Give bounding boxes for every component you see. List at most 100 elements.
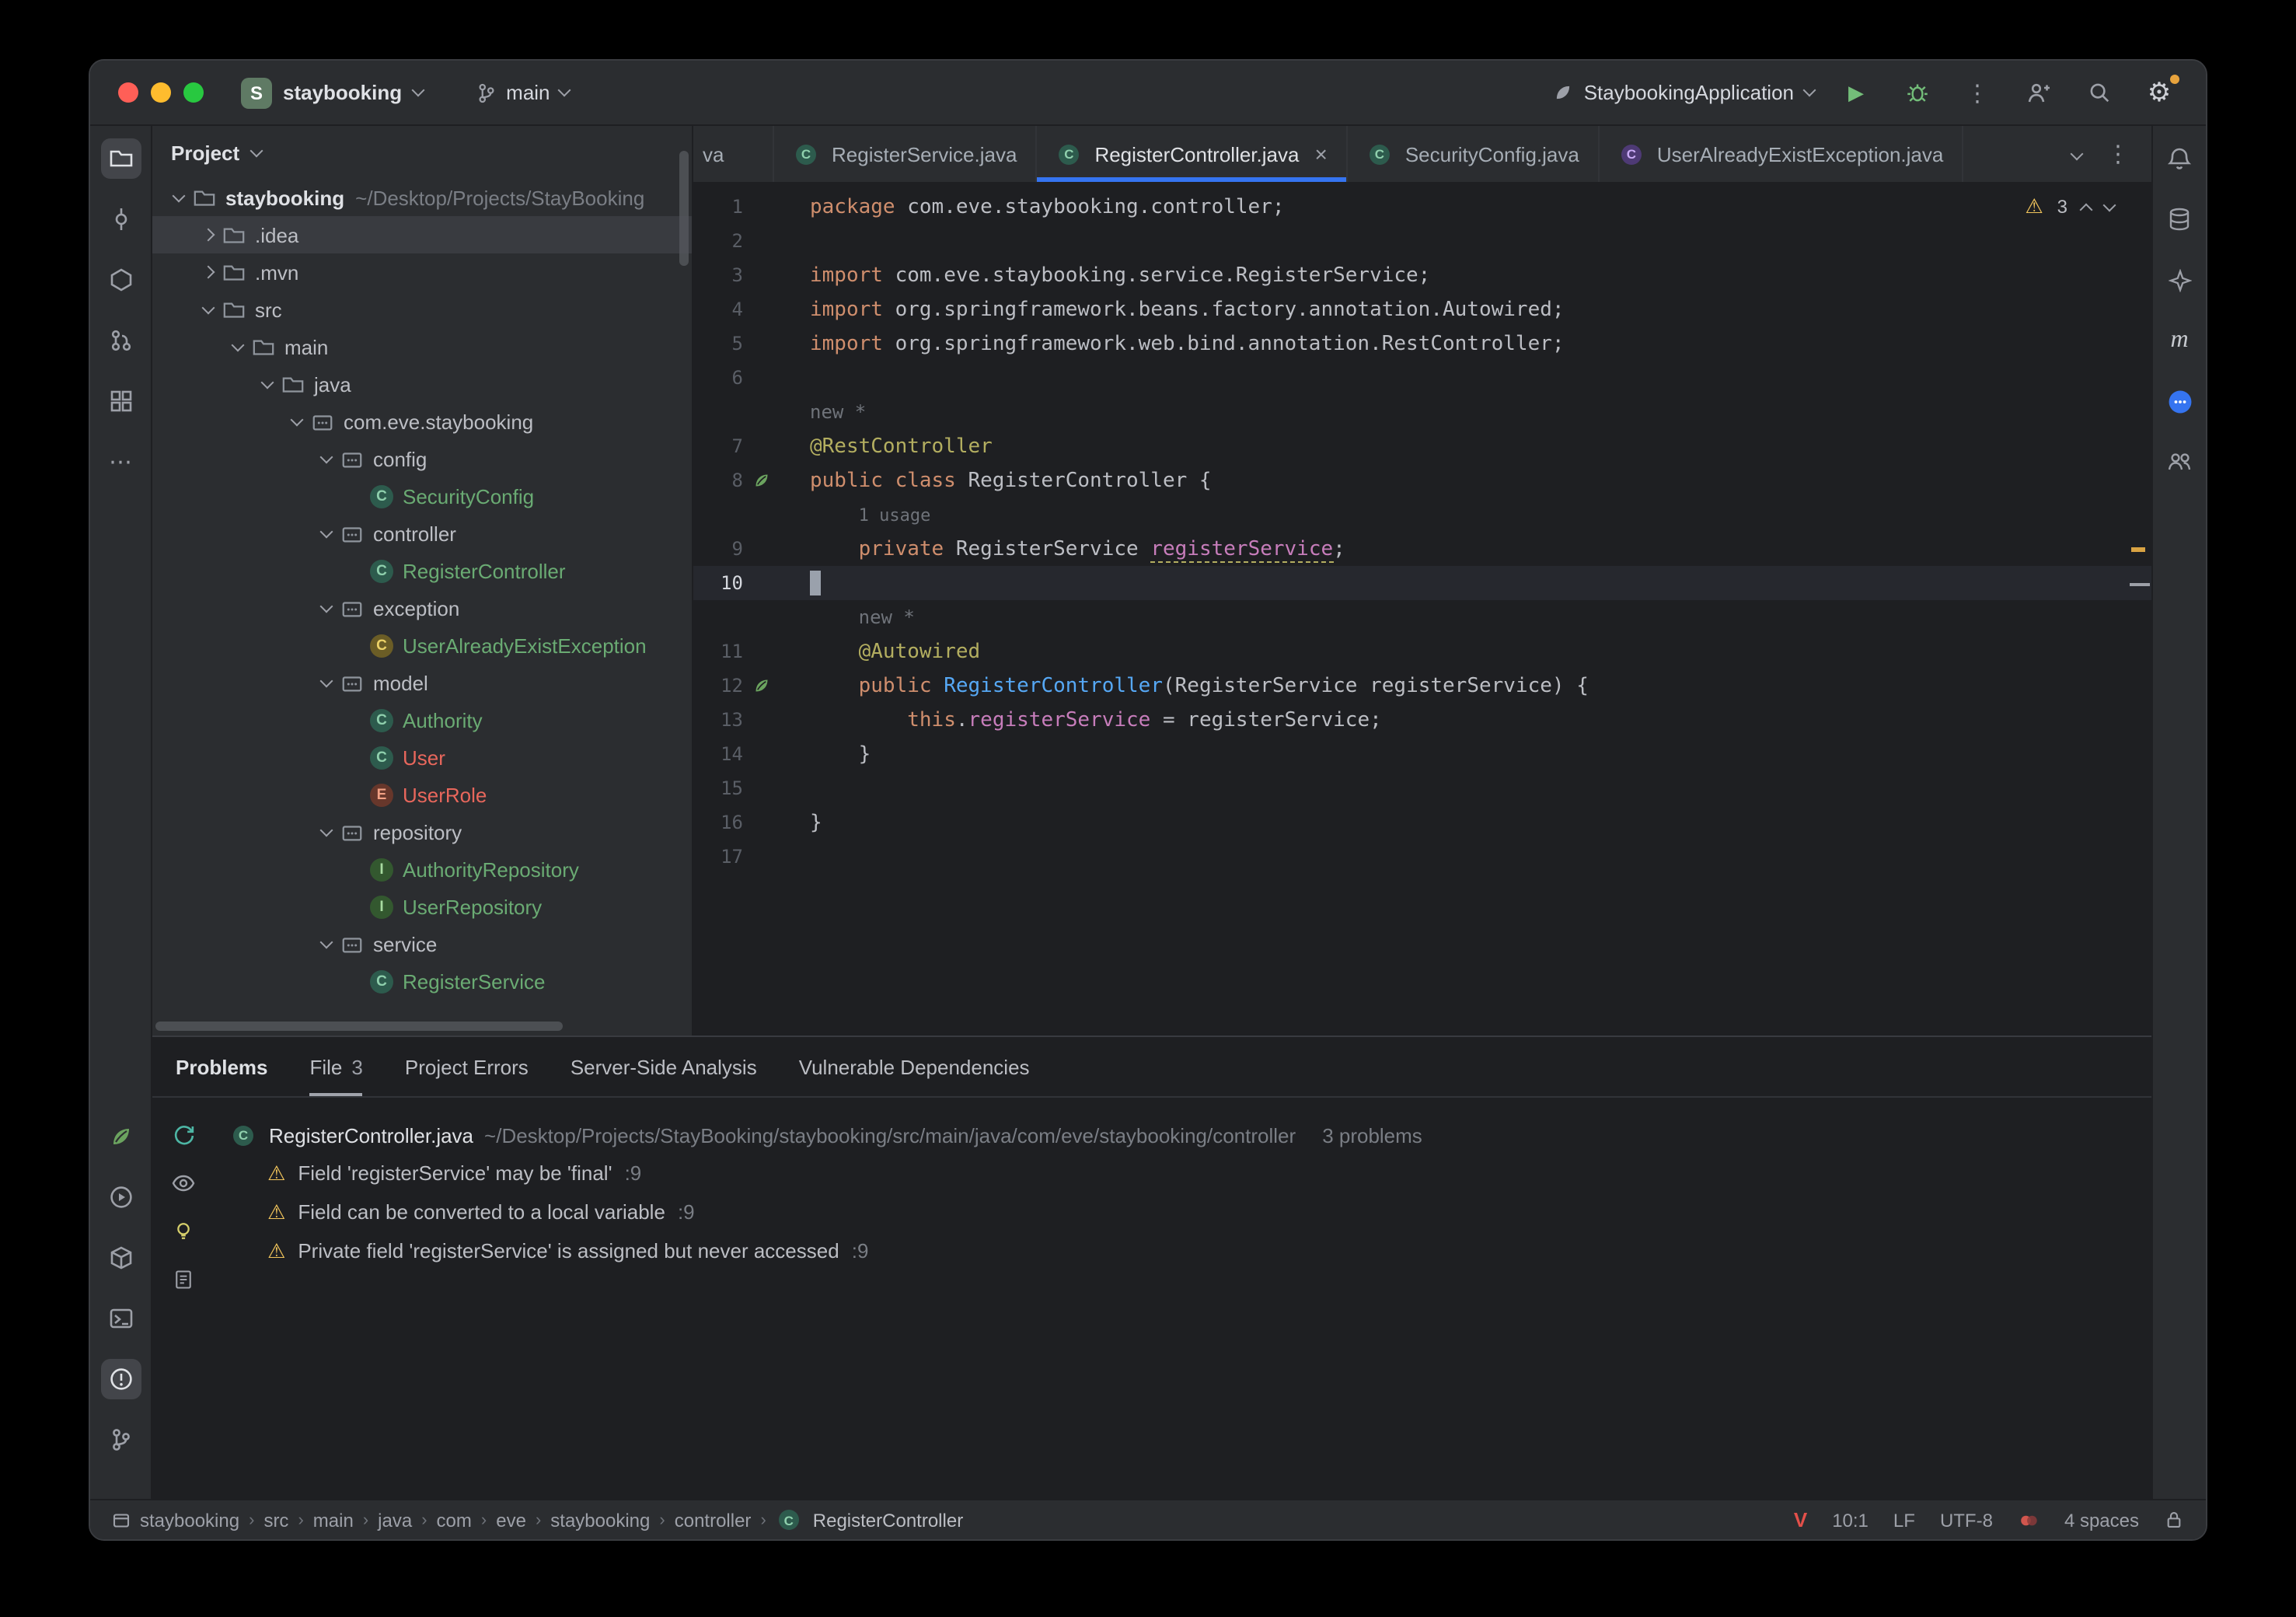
caret-position[interactable]: 10:1 — [1832, 1509, 1869, 1531]
problem-item[interactable]: ⚠ Private field 'registerService' is assi… — [230, 1231, 2136, 1270]
collaboration-users-icon[interactable] — [2159, 442, 2200, 482]
tree-chevron-icon[interactable] — [312, 822, 339, 836]
line-number[interactable]: 5 — [693, 333, 743, 354]
tab-options-icon[interactable]: ⋮ — [2106, 140, 2130, 168]
problems-tab-project-errors[interactable]: Project Errors — [405, 1037, 529, 1096]
tree-item-exception[interactable]: exception — [152, 589, 692, 627]
project-tool-icon[interactable] — [100, 138, 141, 179]
rerun-analysis-icon[interactable] — [168, 1119, 199, 1151]
search-everywhere-icon[interactable] — [2080, 74, 2117, 111]
code-line-5[interactable]: 5 import org.springframework.web.bind.ann… — [693, 327, 2151, 361]
line-number[interactable]: 14 — [693, 743, 743, 765]
tree-chevron-icon[interactable] — [165, 188, 191, 202]
vcs-branch-widget[interactable]: main — [475, 81, 571, 104]
tree-item-mvn[interactable]: .mvn — [152, 253, 692, 291]
spring-tool-icon[interactable] — [100, 1116, 141, 1157]
code-line-13[interactable]: 13 this.registerService = registerServic… — [693, 703, 2151, 737]
line-number[interactable]: 2 — [693, 230, 743, 252]
code-line-14[interactable]: 14 } — [693, 737, 2151, 771]
commit-tool-icon[interactable] — [100, 199, 141, 239]
problems-tab-file[interactable]: File 3 — [309, 1037, 364, 1096]
editor-tab-va[interactable]: va — [693, 126, 774, 182]
close-window-button[interactable] — [118, 82, 138, 103]
error-stripe-caret-mark[interactable] — [2130, 583, 2150, 586]
run-configuration-selector[interactable]: StaybookingApplication — [1553, 81, 1816, 104]
code-line-3[interactable]: 3 import com.eve.staybooking.service.Regi… — [693, 258, 2151, 292]
code-line-17[interactable]: 17 — [693, 840, 2151, 874]
breadcrumb-item[interactable]: src — [263, 1509, 288, 1531]
minimize-window-button[interactable] — [151, 82, 171, 103]
breadcrumb-item[interactable]: controller — [675, 1509, 752, 1531]
tree-item-staybooking[interactable]: staybooking ~/Desktop/Projects/StayBookin… — [152, 179, 692, 216]
line-number[interactable]: 13 — [693, 709, 743, 731]
line-number[interactable]: 3 — [693, 264, 743, 286]
tree-item-registercontroller[interactable]: C RegisterController — [152, 552, 692, 589]
plugin-indicator-icon[interactable] — [2018, 1509, 2040, 1531]
chevron-down-icon[interactable] — [249, 143, 263, 157]
error-stripe-warning-mark[interactable] — [2131, 547, 2145, 552]
problems-tool-icon[interactable] — [100, 1359, 141, 1399]
line-number[interactable]: 12 — [693, 675, 743, 697]
tree-item-java[interactable]: java — [152, 365, 692, 403]
maven-tool-icon[interactable]: m — [2159, 320, 2200, 361]
code-line-6[interactable]: 6 — [693, 361, 2151, 395]
pull-requests-tool-icon[interactable] — [100, 320, 141, 361]
file-encoding[interactable]: UTF-8 — [1940, 1509, 1993, 1531]
debug-button[interactable] — [1898, 74, 1935, 111]
code-line-2[interactable]: 2 — [693, 224, 2151, 258]
tree-item-repository[interactable]: repository — [152, 813, 692, 850]
code-line-12[interactable]: 12 public RegisterController(RegisterSer… — [693, 669, 2151, 703]
quickfix-bulb-icon[interactable] — [168, 1216, 199, 1247]
prev-problem-icon[interactable] — [2079, 202, 2093, 216]
line-separator[interactable]: LF — [1893, 1509, 1915, 1531]
code-line-8[interactable]: 8 public class RegisterController { — [693, 463, 2151, 498]
breadcrumb-item[interactable]: eve — [496, 1509, 526, 1531]
tree-item-user[interactable]: C User — [152, 739, 692, 776]
line-number[interactable]: 15 — [693, 777, 743, 799]
report-icon[interactable] — [168, 1264, 199, 1295]
tree-item-authority[interactable]: C Authority — [152, 701, 692, 739]
packages-tool-icon[interactable] — [100, 260, 141, 300]
code-line-15[interactable]: 15 — [693, 771, 2151, 805]
code-line-7[interactable]: 7 @RestController — [693, 429, 2151, 463]
indent-setting[interactable]: 4 spaces — [2064, 1509, 2139, 1531]
tree-chevron-icon[interactable] — [224, 337, 250, 351]
tree-chevron-icon[interactable] — [194, 228, 221, 242]
problems-tab-server-side-analysis[interactable]: Server-Side Analysis — [571, 1037, 757, 1096]
breadcrumb-item[interactable]: staybooking — [550, 1509, 650, 1531]
tree-chevron-icon[interactable] — [194, 265, 221, 279]
editor-tab-useralreadyexistexception-java[interactable]: C UserAlreadyExistException.java — [1600, 126, 1964, 182]
project-widget[interactable]: S staybooking — [241, 77, 424, 108]
tree-chevron-icon[interactable] — [283, 412, 309, 426]
editor-tab-registercontroller-java[interactable]: C RegisterController.java × — [1037, 126, 1348, 182]
tree-chevron-icon[interactable] — [312, 524, 339, 538]
more-actions-icon[interactable]: ⋮ — [1959, 74, 1996, 111]
editor-tab-securityconfig-java[interactable]: C SecurityConfig.java — [1348, 126, 1600, 182]
tree-item-securityconfig[interactable]: C SecurityConfig — [152, 477, 692, 515]
tab-list-chevron-icon[interactable] — [2070, 147, 2084, 161]
run-button[interactable]: ▶ — [1837, 74, 1875, 111]
run-tool-icon[interactable] — [100, 1177, 141, 1217]
tree-horizontal-scrollbar[interactable] — [155, 1022, 563, 1031]
line-number[interactable]: 16 — [693, 812, 743, 833]
database-tool-icon[interactable] — [2159, 199, 2200, 239]
tree-item-config[interactable]: config — [152, 440, 692, 477]
breadcrumb-item[interactable]: staybooking — [140, 1509, 239, 1531]
code-line-9[interactable]: 9 private RegisterService registerServic… — [693, 532, 2151, 566]
problems-tab-vulnerable-dependencies[interactable]: Vulnerable Dependencies — [799, 1037, 1030, 1096]
lock-icon[interactable] — [2164, 1510, 2184, 1530]
line-number[interactable]: 1 — [693, 196, 743, 218]
tree-item-controller[interactable]: controller — [152, 515, 692, 552]
next-problem-icon[interactable] — [2102, 198, 2116, 212]
inspections-widget[interactable]: ⚠ 3 — [2025, 194, 2116, 219]
code-line-11[interactable]: 11 @Autowired — [693, 634, 2151, 669]
line-number[interactable]: 9 — [693, 538, 743, 560]
tree-item-userrepository[interactable]: I UserRepository — [152, 888, 692, 925]
breadcrumb-item[interactable]: java — [378, 1509, 412, 1531]
ideavim-icon[interactable]: V — [1794, 1508, 1807, 1531]
tree-chevron-icon[interactable] — [194, 300, 221, 314]
zoom-window-button[interactable] — [183, 82, 204, 103]
problem-item[interactable]: ⚠ Field 'registerService' may be 'final':… — [230, 1154, 2136, 1193]
line-number[interactable]: 4 — [693, 299, 743, 320]
version-control-tool-icon[interactable] — [100, 1420, 141, 1460]
